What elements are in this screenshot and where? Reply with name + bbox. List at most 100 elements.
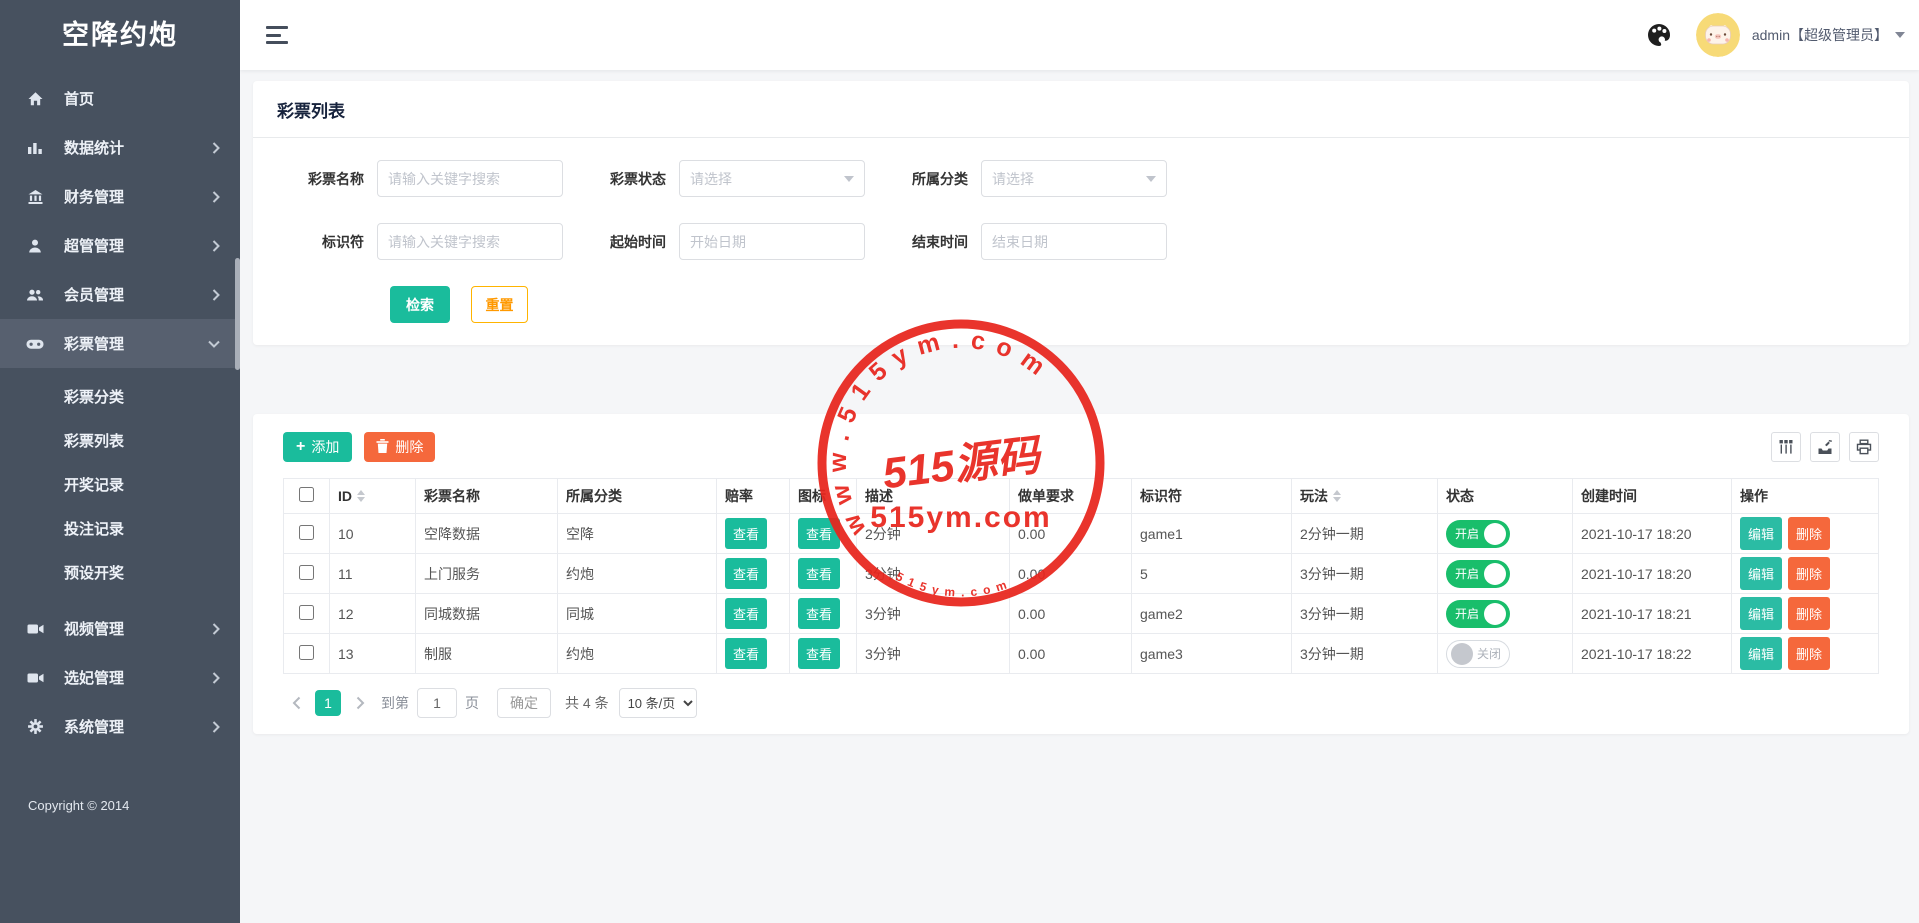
sidebar-item-members[interactable]: 会员管理 bbox=[0, 270, 240, 319]
end-date-input[interactable] bbox=[981, 223, 1167, 260]
select-all-checkbox[interactable] bbox=[299, 487, 314, 502]
sort-icon bbox=[357, 490, 365, 502]
goto-page-input[interactable] bbox=[417, 688, 457, 718]
lottery-status-label: 彩票状态 bbox=[610, 170, 666, 187]
delete-button[interactable]: 删除 bbox=[364, 432, 436, 462]
reset-button[interactable]: 重置 bbox=[471, 286, 528, 323]
add-button[interactable]: + 添加 bbox=[283, 432, 353, 462]
edit-button[interactable]: 编辑 bbox=[1740, 597, 1783, 630]
lottery-status-select[interactable]: 请选择 bbox=[679, 160, 865, 197]
user-menu[interactable]: admin【超级管理员】 bbox=[1752, 25, 1888, 45]
sidebar-subitem-draw-records[interactable]: 开奖记录 bbox=[0, 464, 240, 508]
cell-requirement: 0.00 bbox=[1009, 633, 1132, 674]
search-button[interactable]: 检索 bbox=[390, 286, 450, 323]
view-icon-button[interactable]: 查看 bbox=[798, 598, 841, 629]
col-header-id[interactable]: ID bbox=[329, 478, 416, 514]
chevron-right-icon bbox=[212, 622, 220, 635]
sidebar-nav: 首页 数据统计 财务管理 超管管理 会员管理 彩票管理 彩票分类 彩票列表 开奖… bbox=[0, 70, 240, 751]
view-icon-button[interactable]: 查看 bbox=[798, 558, 841, 589]
cell-name: 上门服务 bbox=[415, 553, 558, 594]
cell-category: 同城 bbox=[557, 593, 717, 634]
goto-confirm-button[interactable]: 确定 bbox=[497, 688, 551, 718]
row-delete-button[interactable]: 删除 bbox=[1788, 597, 1831, 630]
sidebar-item-system[interactable]: 系统管理 bbox=[0, 702, 240, 751]
sidebar-item-home[interactable]: 首页 bbox=[0, 74, 240, 123]
view-odds-button[interactable]: 查看 bbox=[725, 558, 768, 589]
category-select[interactable]: 请选择 bbox=[981, 160, 1167, 197]
avatar[interactable] bbox=[1695, 13, 1740, 57]
sidebar-item-data-stats[interactable]: 数据统计 bbox=[0, 123, 240, 172]
palette-icon[interactable] bbox=[1646, 22, 1672, 48]
start-date-input[interactable] bbox=[679, 223, 865, 260]
edit-button[interactable]: 编辑 bbox=[1740, 517, 1783, 550]
col-header-ops: 操作 bbox=[1731, 478, 1879, 514]
toggle-columns-icon[interactable] bbox=[1771, 432, 1801, 462]
identifier-label: 标识符 bbox=[322, 233, 364, 250]
status-toggle[interactable]: 关闭 bbox=[1446, 639, 1510, 668]
sidebar-scrollbar[interactable] bbox=[235, 258, 240, 370]
lottery-name-input[interactable] bbox=[377, 160, 563, 197]
bank-icon bbox=[26, 188, 44, 206]
select-caret-icon bbox=[1146, 175, 1156, 182]
row-delete-button[interactable]: 删除 bbox=[1788, 517, 1831, 550]
sidebar-item-label: 会员管理 bbox=[64, 287, 125, 304]
sidebar-item-label: 系统管理 bbox=[64, 719, 125, 736]
page-size-select[interactable]: 10 条/页 bbox=[618, 688, 697, 718]
hamburger-menu-icon[interactable] bbox=[266, 26, 290, 44]
cell-identifier: game2 bbox=[1131, 593, 1292, 634]
next-page-icon[interactable] bbox=[347, 690, 373, 716]
chevron-right-icon bbox=[212, 720, 220, 733]
select-caret-icon bbox=[844, 175, 854, 182]
sidebar-subitem-lottery-category[interactable]: 彩票分类 bbox=[0, 376, 240, 420]
prev-page-icon[interactable] bbox=[283, 690, 309, 716]
view-odds-button[interactable]: 查看 bbox=[725, 518, 768, 549]
print-icon[interactable] bbox=[1849, 432, 1879, 462]
cell-desc: 3分钟 bbox=[856, 633, 1010, 674]
video-camera-icon bbox=[26, 669, 44, 687]
edit-button[interactable]: 编辑 bbox=[1740, 557, 1783, 590]
plus-icon: + bbox=[296, 438, 306, 455]
page-number-active[interactable]: 1 bbox=[315, 690, 341, 716]
sidebar-subitem-lottery-list[interactable]: 彩票列表 bbox=[0, 420, 240, 464]
sidebar-item-lottery[interactable]: 彩票管理 bbox=[0, 319, 240, 368]
status-toggle[interactable]: 开启 bbox=[1446, 559, 1510, 588]
status-toggle[interactable]: 开启 bbox=[1446, 599, 1510, 628]
cell-name: 同城数据 bbox=[415, 593, 558, 634]
toggle-knob bbox=[1484, 602, 1506, 625]
view-icon-button[interactable]: 查看 bbox=[798, 518, 841, 549]
page-title: 彩票列表 bbox=[277, 102, 345, 121]
filter-form: 彩票名称 彩票状态 请选择 所属分类 请选择 bbox=[277, 160, 1885, 323]
home-icon bbox=[26, 90, 44, 108]
row-checkbox[interactable] bbox=[299, 564, 314, 580]
status-toggle[interactable]: 开启 bbox=[1446, 519, 1510, 548]
cell-requirement: 0.00 bbox=[1009, 513, 1132, 554]
view-icon-button[interactable]: 查看 bbox=[798, 638, 841, 669]
row-checkbox[interactable] bbox=[299, 604, 314, 620]
table-toolbar: + 添加 删除 bbox=[283, 432, 1879, 462]
sidebar-item-finance[interactable]: 财务管理 bbox=[0, 172, 240, 221]
sidebar-item-video[interactable]: 视频管理 bbox=[0, 604, 240, 653]
row-checkbox[interactable] bbox=[299, 524, 314, 540]
sidebar-subitem-preset-draw[interactable]: 预设开奖 bbox=[0, 552, 240, 596]
row-checkbox[interactable] bbox=[299, 644, 314, 660]
row-delete-button[interactable]: 删除 bbox=[1788, 557, 1831, 590]
screen: 空降约炮 首页 数据统计 财务管理 超管管理 会员管理 彩票管理 彩票分类 彩票… bbox=[0, 0, 1919, 923]
cell-identifier: game1 bbox=[1131, 513, 1292, 554]
video-camera-icon bbox=[26, 620, 44, 638]
view-odds-button[interactable]: 查看 bbox=[725, 638, 768, 669]
col-header-requirement: 做单要求 bbox=[1009, 478, 1132, 514]
col-header-category: 所属分类 bbox=[557, 478, 717, 514]
edit-button[interactable]: 编辑 bbox=[1740, 637, 1783, 670]
col-header-play[interactable]: 玩法 bbox=[1291, 478, 1438, 514]
table-row: 10 空降数据 空降 查看 查看 2分钟 0.00 game1 2分钟一期 开启… bbox=[283, 513, 1879, 554]
chevron-right-icon bbox=[212, 239, 220, 252]
sidebar-subitem-bet-records[interactable]: 投注记录 bbox=[0, 508, 240, 552]
sidebar-item-superadmin[interactable]: 超管管理 bbox=[0, 221, 240, 270]
identifier-input[interactable] bbox=[377, 223, 563, 260]
export-icon[interactable] bbox=[1810, 432, 1840, 462]
row-delete-button[interactable]: 删除 bbox=[1788, 637, 1831, 670]
start-time-label: 起始时间 bbox=[610, 233, 666, 250]
view-odds-button[interactable]: 查看 bbox=[725, 598, 768, 629]
caret-down-icon[interactable] bbox=[1895, 32, 1905, 38]
sidebar-item-concubine[interactable]: 选妃管理 bbox=[0, 653, 240, 702]
